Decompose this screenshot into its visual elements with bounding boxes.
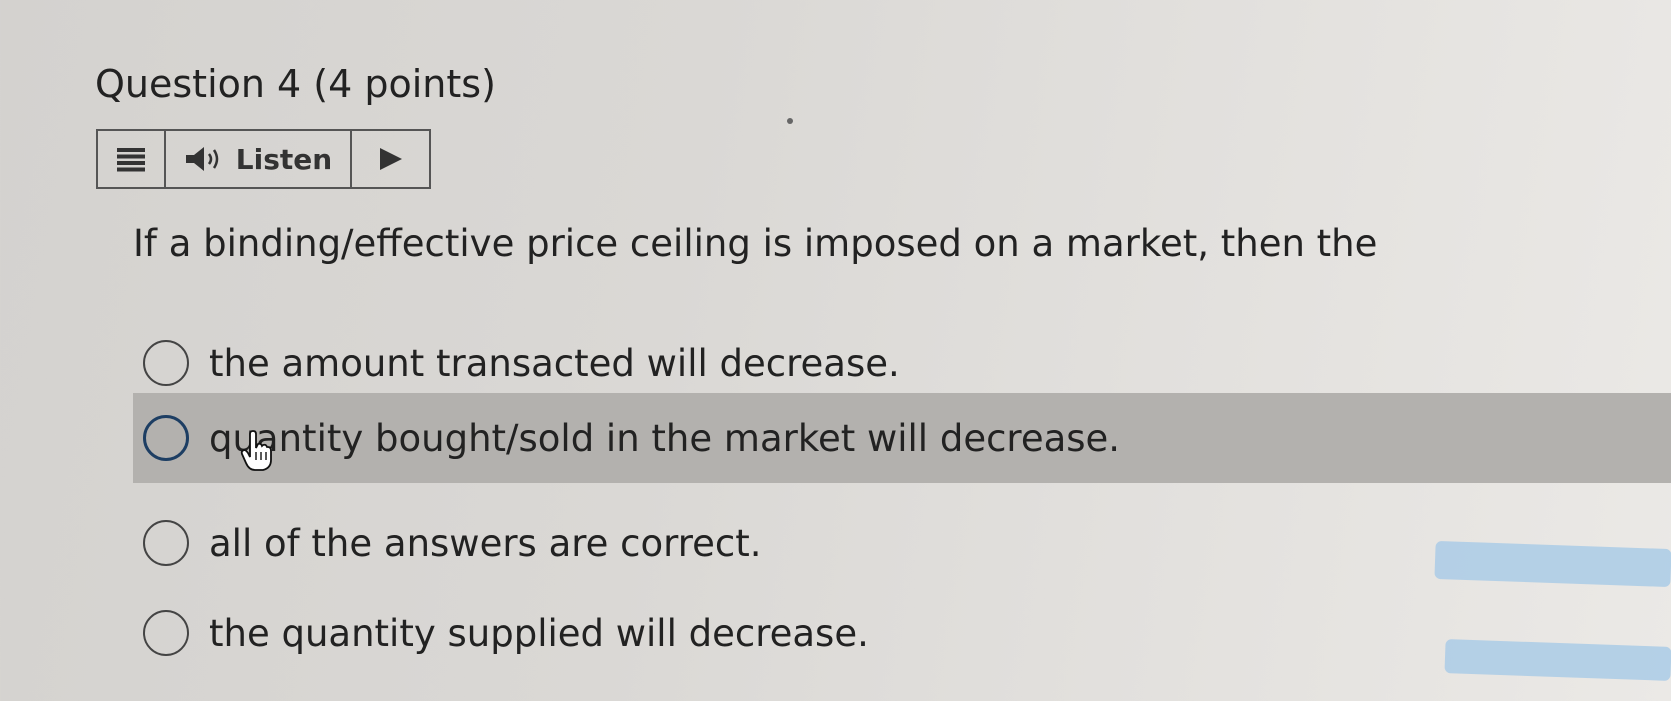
question-title: Question 4 (4 points) [95, 62, 496, 106]
toolbar-menu-button[interactable] [98, 131, 166, 187]
radio-button[interactable] [143, 520, 189, 566]
answer-option-label: quantity bought/sold in the market will … [209, 416, 1121, 460]
menu-icon [117, 148, 145, 172]
question-prompt: If a binding/effective price ceiling is … [133, 222, 1378, 265]
radio-button[interactable] [143, 340, 189, 386]
screen-speck [787, 118, 793, 124]
play-icon [379, 148, 402, 170]
listen-label: Listen [235, 142, 333, 176]
answer-option-label: all of the answers are correct. [209, 521, 762, 565]
answer-option-2[interactable]: quantity bought/sold in the market will … [133, 393, 1671, 483]
hand-cursor-icon [240, 430, 272, 471]
speaker-icon [185, 147, 219, 171]
answer-option-label: the amount transacted will decrease. [209, 341, 900, 385]
readspeaker-toolbar: Listen [96, 129, 431, 189]
radio-button[interactable] [143, 610, 189, 656]
answer-option-4[interactable]: the quantity supplied will decrease. [133, 588, 1671, 678]
play-button[interactable] [352, 131, 429, 187]
answer-option-label: the quantity supplied will decrease. [209, 611, 869, 655]
listen-button[interactable]: Listen [166, 131, 352, 187]
radio-button[interactable] [143, 415, 189, 461]
